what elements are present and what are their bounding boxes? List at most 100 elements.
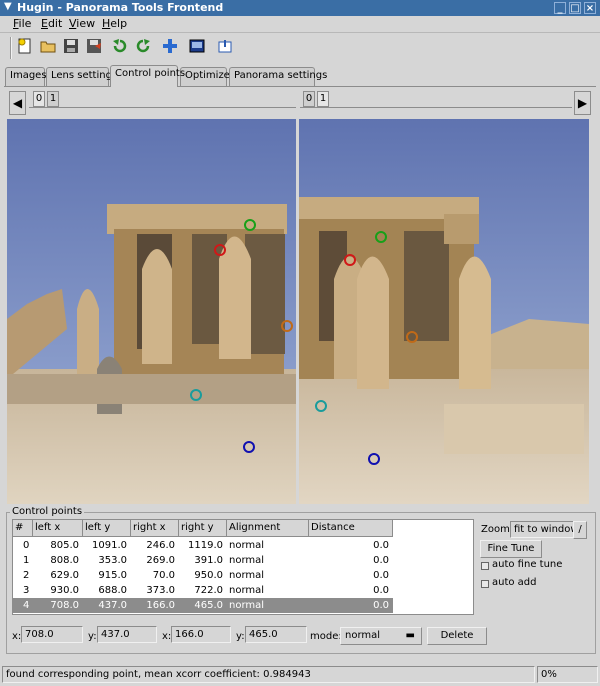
cell-right-x: 373.0 xyxy=(146,585,175,596)
title-bar: ▼ Hugin - Panorama Tools Frontend _ □ × xyxy=(0,0,600,16)
cell-distance: 0.0 xyxy=(373,540,389,551)
mode-label: mode: xyxy=(310,631,342,642)
previous-image-button[interactable]: ◀ xyxy=(9,91,26,115)
add-image-icon[interactable] xyxy=(159,37,181,59)
cell-left-x: 805.0 xyxy=(50,540,79,551)
table-row[interactable]: 1 808.0 353.0 269.0 391.0 normal 0.0 xyxy=(13,553,393,568)
left-image-tab-1[interactable]: 1 xyxy=(47,91,59,107)
cell-number: 4 xyxy=(23,600,30,611)
column-header-right-y[interactable]: right y xyxy=(179,520,227,537)
table-row[interactable]: 2 629.0 915.0 70.0 950.0 normal 0.0 xyxy=(13,568,393,583)
cell-right-x: 269.0 xyxy=(146,555,175,566)
open-project-icon[interactable] xyxy=(37,37,59,59)
cell-left-x: 629.0 xyxy=(50,570,79,581)
menu-help[interactable]: Help xyxy=(102,17,127,30)
right-image-view[interactable] xyxy=(299,119,589,504)
tab-optimizer[interactable]: Optimizer xyxy=(180,67,234,86)
cell-alignment: normal xyxy=(229,570,265,581)
preview-icon[interactable] xyxy=(186,37,208,59)
zoom-label: Zoom: xyxy=(481,524,514,535)
minimize-icon[interactable]: _ xyxy=(554,2,566,14)
table-row[interactable]: 3 930.0 688.0 373.0 722.0 normal 0.0 xyxy=(13,583,393,598)
window-menu-icon[interactable]: ▼ xyxy=(4,1,12,12)
zoom-dropdown-button[interactable]: / xyxy=(573,521,587,539)
column-header-distance[interactable]: Distance xyxy=(309,520,393,537)
cell-left-y: 1091.0 xyxy=(92,540,127,551)
column-header-left-y[interactable]: left y xyxy=(83,520,131,537)
cell-number: 0 xyxy=(23,540,30,551)
mode-select[interactable]: normal ▬ xyxy=(340,627,422,645)
cell-right-y: 391.0 xyxy=(194,555,223,566)
toolbar xyxy=(0,34,600,62)
right-x-field[interactable]: 166.0 xyxy=(171,626,231,643)
column-header-number[interactable]: # xyxy=(13,520,33,537)
cell-alignment: normal xyxy=(229,555,265,566)
cell-right-x: 246.0 xyxy=(146,540,175,551)
close-icon[interactable]: × xyxy=(584,2,596,14)
column-header-left-x[interactable]: left x xyxy=(33,520,83,537)
right-x-label: x: xyxy=(162,631,172,642)
right-image-tabstrip xyxy=(300,107,572,117)
control-points-table[interactable]: # left x left y right x right y Alignmen… xyxy=(12,519,474,615)
about-icon[interactable] xyxy=(214,37,236,59)
maximize-icon[interactable]: □ xyxy=(569,2,581,14)
status-bar: found corresponding point, mean xcorr co… xyxy=(0,664,600,686)
menu-view[interactable]: View xyxy=(69,17,95,30)
column-header-alignment[interactable]: Alignment xyxy=(227,520,309,537)
menu-bar: File Edit View Help xyxy=(0,16,600,33)
cell-left-y: 437.0 xyxy=(98,600,127,611)
auto-fine-tune-label: auto fine tune xyxy=(492,559,563,570)
arrow-left-icon: ◀ xyxy=(12,96,23,110)
tab-images[interactable]: Images xyxy=(5,67,47,86)
control-points-frame-title: Control points xyxy=(10,506,85,517)
auto-fine-tune-checkbox[interactable] xyxy=(481,562,489,570)
table-header-filler xyxy=(393,520,473,537)
menu-file[interactable]: File xyxy=(13,17,31,30)
tab-lens-settings[interactable]: Lens settings xyxy=(46,67,117,86)
menu-edit[interactable]: Edit xyxy=(41,17,62,30)
cell-alignment: normal xyxy=(229,600,265,611)
cell-right-x: 166.0 xyxy=(146,600,175,611)
right-image-tab-1[interactable]: 1 xyxy=(317,91,329,107)
cell-number: 3 xyxy=(23,585,30,596)
table-row-selected[interactable]: 4 708.0 437.0 166.0 465.0 normal 0.0 xyxy=(13,598,393,613)
auto-add-checkbox[interactable] xyxy=(481,580,489,588)
right-image-tab-0[interactable]: 0 xyxy=(303,91,315,107)
mode-value: normal xyxy=(345,630,381,641)
table-row[interactable]: 0 805.0 1091.0 246.0 1119.0 normal 0.0 xyxy=(13,538,393,553)
notebook-tabs: Images Lens settings Control points Opti… xyxy=(0,65,600,87)
arrow-right-icon: ▶ xyxy=(577,96,588,110)
tab-control-points[interactable]: Control points xyxy=(110,65,185,87)
redo-icon[interactable] xyxy=(132,37,154,59)
delete-button[interactable]: Delete xyxy=(427,627,487,645)
cell-right-x: 70.0 xyxy=(152,570,175,581)
next-image-button[interactable]: ▶ xyxy=(574,91,591,115)
left-y-field[interactable]: 437.0 xyxy=(97,626,157,643)
cell-left-y: 915.0 xyxy=(98,570,127,581)
cell-alignment: normal xyxy=(229,540,265,551)
tab-panorama-settings[interactable]: Panorama settings xyxy=(229,67,327,86)
save-icon[interactable] xyxy=(60,37,82,59)
cell-right-y: 465.0 xyxy=(194,600,223,611)
cell-distance: 0.0 xyxy=(373,585,389,596)
left-x-field[interactable]: 708.0 xyxy=(21,626,83,643)
left-image-tab-0[interactable]: 0 xyxy=(33,91,45,107)
right-y-field[interactable]: 465.0 xyxy=(245,626,307,643)
cell-distance: 0.0 xyxy=(373,570,389,581)
cell-left-y: 353.0 xyxy=(98,555,127,566)
column-header-right-x[interactable]: right x xyxy=(131,520,179,537)
cell-number: 2 xyxy=(23,570,30,581)
dropdown-icon: / xyxy=(578,524,582,535)
undo-icon[interactable] xyxy=(109,37,131,59)
cell-distance: 0.0 xyxy=(373,600,389,611)
left-image-view[interactable] xyxy=(7,119,296,504)
zoom-select[interactable]: fit to window xyxy=(510,521,574,538)
new-project-icon[interactable] xyxy=(14,37,36,59)
cell-right-y: 1119.0 xyxy=(188,540,223,551)
save-as-icon[interactable] xyxy=(83,37,105,59)
auto-add-label: auto add xyxy=(492,577,537,588)
fine-tune-button[interactable]: Fine Tune xyxy=(480,540,542,558)
option-menu-icon: ▬ xyxy=(405,630,415,641)
left-x-label: x: xyxy=(12,631,22,642)
cell-left-y: 688.0 xyxy=(98,585,127,596)
